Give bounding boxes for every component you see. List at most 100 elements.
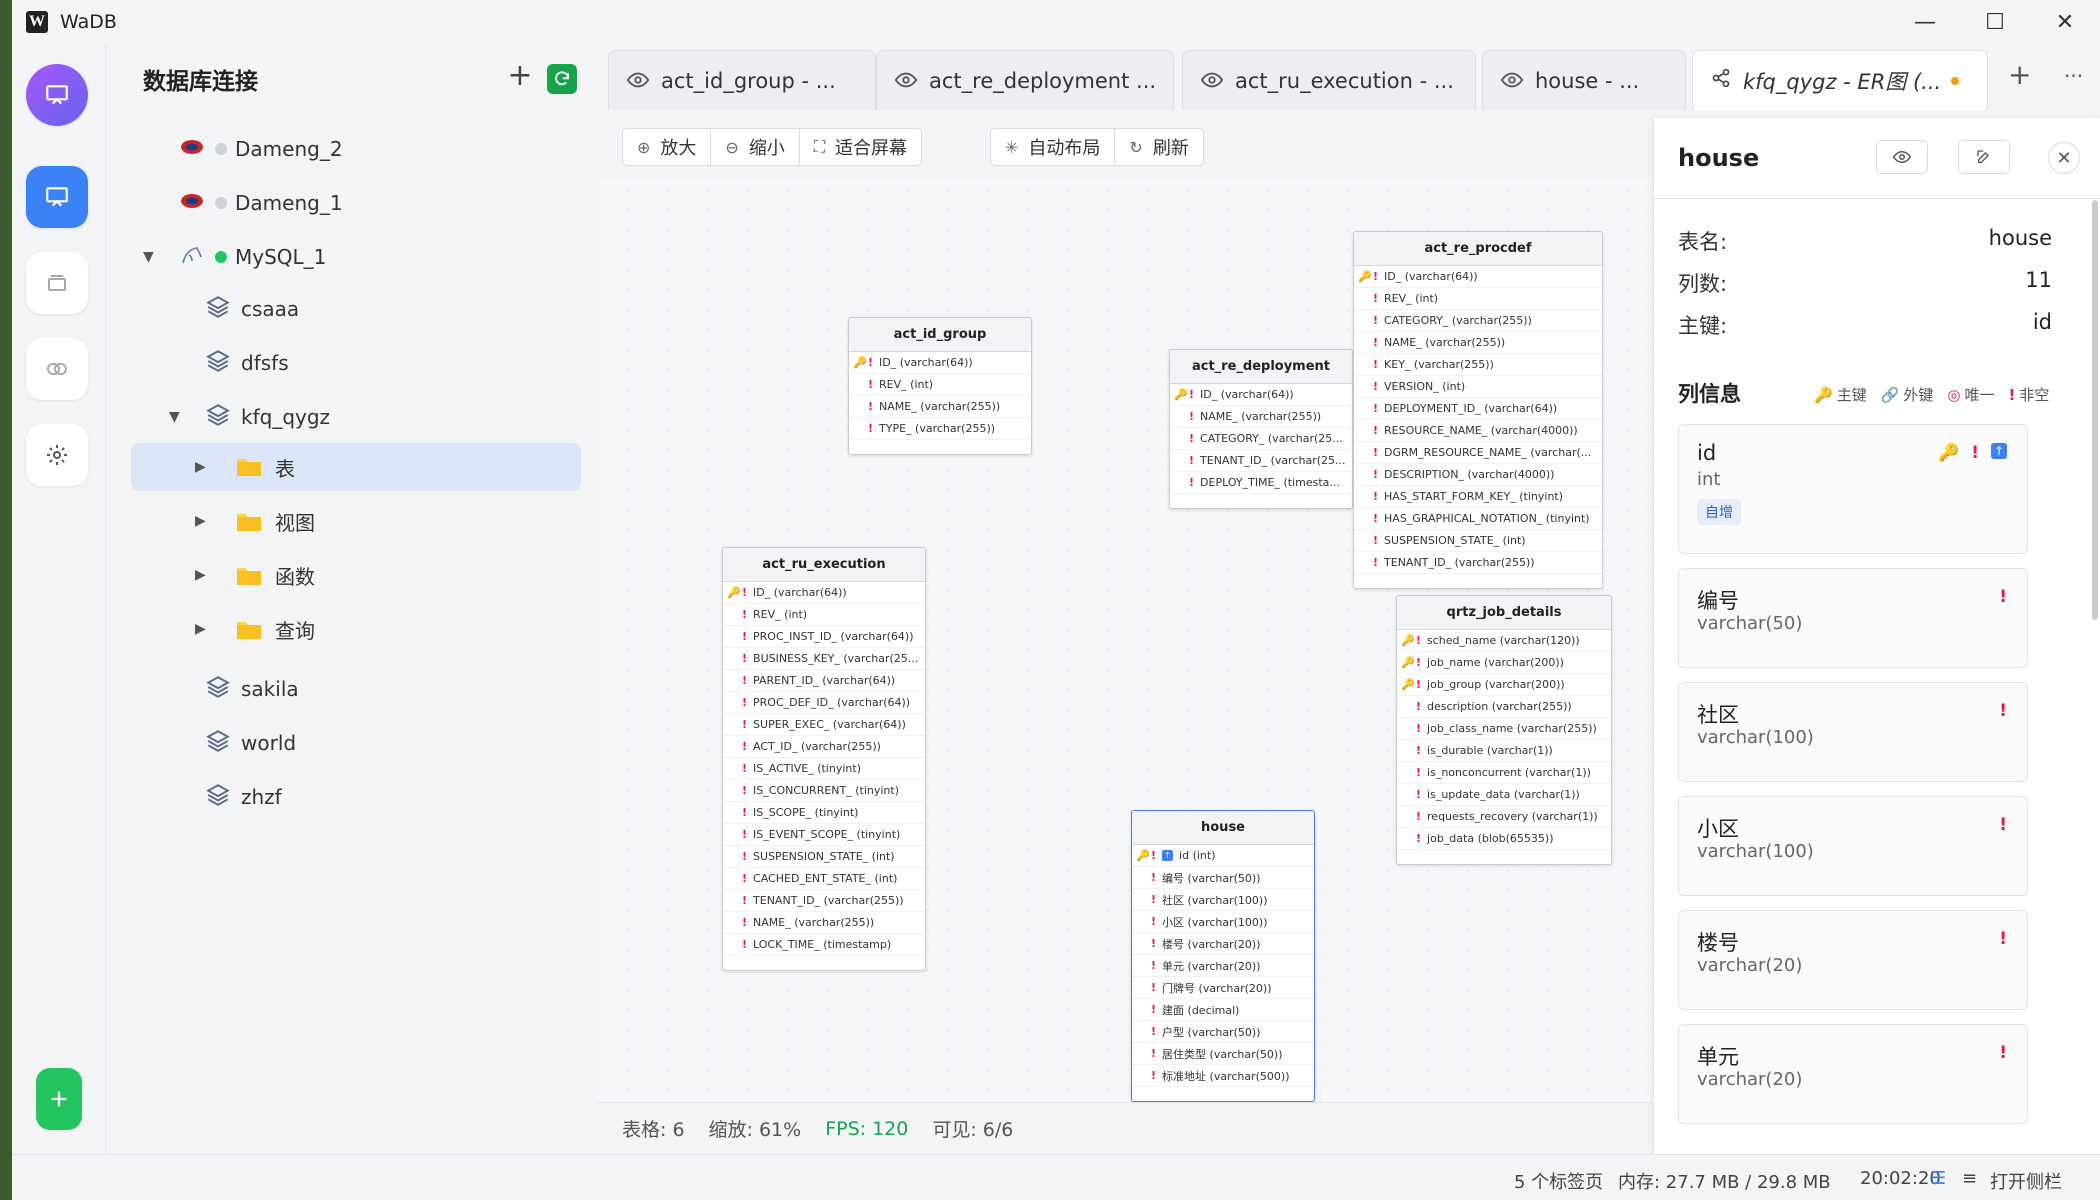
chevron-down-icon[interactable]: ▼	[169, 409, 180, 425]
er-table-act-re-procdef[interactable]: act_re_procdef 🔑! ID_ (varchar(64))! REV_ (…	[1353, 231, 1603, 589]
er-column[interactable]: ! RESOURCE_NAME_ (varchar(4000))	[1354, 420, 1602, 442]
er-column[interactable]: ! description (varchar(255))	[1397, 696, 1611, 718]
er-table-act-re-deployment[interactable]: act_re_deployment 🔑! ID_ (varchar(64))! NAM…	[1169, 349, 1353, 509]
er-column[interactable]: ! REV_ (int)	[849, 374, 1031, 396]
tree-item-world[interactable]: world	[131, 718, 581, 768]
toggle-sidebar-button[interactable]: 打开侧栏	[1990, 1168, 2062, 1194]
er-column[interactable]: ! 编号 (varchar(50))	[1132, 867, 1314, 889]
tree-item-zhzf[interactable]: zhzf	[131, 772, 581, 822]
er-column[interactable]: ! SUSPENSION_STATE_ (int)	[723, 846, 925, 868]
add-connection-icon[interactable]: +	[505, 61, 535, 92]
tab-er-diagram[interactable]: kfq_qygz - ER图 (...	[1692, 50, 1988, 110]
minimize-button[interactable]: —	[1890, 0, 1960, 44]
column-card-shequ[interactable]: 社区 varchar(100) !	[1678, 682, 2028, 782]
column-card-bianhao[interactable]: 编号 varchar(50) !	[1678, 568, 2028, 668]
er-column[interactable]: ! IS_ACTIVE_ (tinyint)	[723, 758, 925, 780]
tab-house[interactable]: house - ...	[1482, 50, 1686, 110]
er-canvas[interactable]: act_id_group 🔑! ID_ (varchar(64))! REV_ (in…	[598, 180, 1653, 1102]
tree-item-views[interactable]: ▶ 视图	[131, 496, 581, 546]
er-column[interactable]: ! is_nonconcurrent (varchar(1))	[1397, 762, 1611, 784]
auto-layout-button[interactable]: ✳ 自动布局	[991, 129, 1116, 165]
list-view-icon[interactable]: ☰	[1930, 1168, 1946, 1189]
er-column[interactable]: ! IS_SCOPE_ (tinyint)	[723, 802, 925, 824]
layers-nav-button[interactable]	[26, 252, 88, 314]
er-column[interactable]: ! REV_ (int)	[1354, 288, 1602, 310]
er-column[interactable]: ! 小区 (varchar(100))	[1132, 911, 1314, 933]
tree-item-dameng-1[interactable]: Dameng_1	[131, 178, 581, 228]
er-column[interactable]: 🔑! ID_ (varchar(64))	[723, 582, 925, 604]
chevron-down-icon[interactable]: ▼	[143, 249, 154, 265]
er-column[interactable]: ! 建面 (decimal)	[1132, 999, 1314, 1021]
er-column[interactable]: ! ACT_ID_ (varchar(255))	[723, 736, 925, 758]
er-column[interactable]: ! 标准地址 (varchar(500))	[1132, 1065, 1314, 1087]
tab-act-re-deployment[interactable]: act_re_deployment ...	[876, 50, 1174, 110]
er-column[interactable]: ! CATEGORY_ (varchar(255))	[1354, 310, 1602, 332]
er-column[interactable]: ! DEPLOYMENT_ID_ (varchar(64))	[1354, 398, 1602, 420]
er-column[interactable]: ! DGRM_RESOURCE_NAME_ (varchar(...	[1354, 442, 1602, 464]
add-connection-button[interactable]	[36, 1068, 82, 1130]
chevron-right-icon[interactable]: ▶	[195, 567, 206, 583]
panel-scrollbar[interactable]	[2092, 200, 2098, 620]
er-column[interactable]: ! DESCRIPTION_ (varchar(4000))	[1354, 464, 1602, 486]
er-column[interactable]: ! TENANT_ID_ (varchar(255))	[723, 890, 925, 912]
er-column[interactable]: ! 社区 (varchar(100))	[1132, 889, 1314, 911]
er-column[interactable]: ! 户型 (varchar(50))	[1132, 1021, 1314, 1043]
er-column[interactable]: 🔑! ↑ id (int)	[1132, 845, 1314, 867]
er-table-qrtz-job-details[interactable]: qrtz_job_details 🔑! sched_name (varchar(12…	[1396, 595, 1612, 865]
connections-nav-button[interactable]	[26, 166, 88, 228]
column-card-xiaoqu[interactable]: 小区 varchar(100) !	[1678, 796, 2028, 896]
er-column[interactable]: ! CATEGORY_ (varchar(25...	[1170, 428, 1352, 450]
column-card-id[interactable]: id int 自增 🔑 ! ↑	[1678, 424, 2028, 554]
er-table-house[interactable]: house 🔑! ↑ id (int)! 编号 (varchar(50))! 社区 (va…	[1131, 810, 1315, 1102]
chevron-right-icon[interactable]: ▶	[195, 621, 206, 637]
close-button[interactable]: ✕	[2030, 0, 2100, 44]
er-column[interactable]: ! NAME_ (varchar(255))	[1354, 332, 1602, 354]
chevron-right-icon[interactable]: ▶	[195, 513, 206, 529]
er-column[interactable]: ! NAME_ (varchar(255))	[849, 396, 1031, 418]
er-column[interactable]: 🔑! sched_name (varchar(120))	[1397, 630, 1611, 652]
er-column[interactable]: ! DEPLOY_TIME_ (timesta...	[1170, 472, 1352, 494]
er-column[interactable]: ! BUSINESS_KEY_ (varchar(25...	[723, 648, 925, 670]
er-column[interactable]: ! job_data (blob(65535))	[1397, 828, 1611, 850]
column-card-danyuan[interactable]: 单元 varchar(20) !	[1678, 1024, 2028, 1124]
er-column[interactable]: ! is_durable (varchar(1))	[1397, 740, 1611, 762]
settings-nav-button[interactable]	[26, 424, 88, 486]
er-column[interactable]: ! is_update_data (varchar(1))	[1397, 784, 1611, 806]
column-card-louhao[interactable]: 楼号 varchar(20) !	[1678, 910, 2028, 1010]
er-column[interactable]: 🔑! ID_ (varchar(64))	[849, 352, 1031, 374]
refresh-connections-button[interactable]	[547, 64, 577, 94]
tab-act-ru-execution[interactable]: act_ru_execution - ...	[1182, 50, 1476, 110]
er-column[interactable]: 🔑! job_name (varchar(200))	[1397, 652, 1611, 674]
er-column[interactable]: ! HAS_START_FORM_KEY_ (tinyint)	[1354, 486, 1602, 508]
er-column[interactable]: ! SUPER_EXEC_ (varchar(64))	[723, 714, 925, 736]
er-column[interactable]: ! PARENT_ID_ (varchar(64))	[723, 670, 925, 692]
er-column[interactable]: ! NAME_ (varchar(255))	[1170, 406, 1352, 428]
er-column[interactable]: ! 居住类型 (varchar(50))	[1132, 1043, 1314, 1065]
link-nav-button[interactable]	[26, 338, 88, 400]
tree-item-kfq-qygz[interactable]: ▼ kfq_qygz	[131, 392, 581, 442]
er-column[interactable]: ! PROC_DEF_ID_ (varchar(64))	[723, 692, 925, 714]
more-tabs-button[interactable]: ···	[2064, 64, 2083, 88]
er-column[interactable]: 🔑! job_group (varchar(200))	[1397, 674, 1611, 696]
chevron-right-icon[interactable]: ▶	[195, 459, 206, 475]
er-column[interactable]: 🔑! ID_ (varchar(64))	[1354, 266, 1602, 288]
close-panel-button[interactable]: ✕	[2048, 142, 2080, 174]
er-table-act-ru-execution[interactable]: act_ru_execution 🔑! ID_ (varchar(64))! REV_…	[722, 547, 926, 971]
edit-table-button[interactable]	[1958, 140, 2010, 174]
menu-icon[interactable]: ≡	[1962, 1168, 1977, 1189]
refresh-button[interactable]: ↻ 刷新	[1115, 129, 1202, 165]
er-column[interactable]: ! REV_ (int)	[723, 604, 925, 626]
workspace-avatar[interactable]	[26, 64, 88, 126]
er-column[interactable]: ! SUSPENSION_STATE_ (int)	[1354, 530, 1602, 552]
er-column[interactable]: 🔑! ID_ (varchar(64))	[1170, 384, 1352, 406]
er-table-act-id-group[interactable]: act_id_group 🔑! ID_ (varchar(64))! REV_ (in…	[848, 317, 1032, 455]
tree-item-dfsfs[interactable]: dfsfs	[131, 338, 581, 388]
er-column[interactable]: ! TENANT_ID_ (varchar(255))	[1354, 552, 1602, 574]
tree-item-mysql-1[interactable]: ▼ MySQL_1	[131, 232, 581, 282]
er-column[interactable]: ! TYPE_ (varchar(255))	[849, 418, 1031, 440]
er-column[interactable]: ! VERSION_ (int)	[1354, 376, 1602, 398]
view-data-button[interactable]	[1876, 140, 1928, 174]
er-column[interactable]: ! 单元 (varchar(20))	[1132, 955, 1314, 977]
er-column[interactable]: ! IS_EVENT_SCOPE_ (tinyint)	[723, 824, 925, 846]
er-column[interactable]: ! PROC_INST_ID_ (varchar(64))	[723, 626, 925, 648]
